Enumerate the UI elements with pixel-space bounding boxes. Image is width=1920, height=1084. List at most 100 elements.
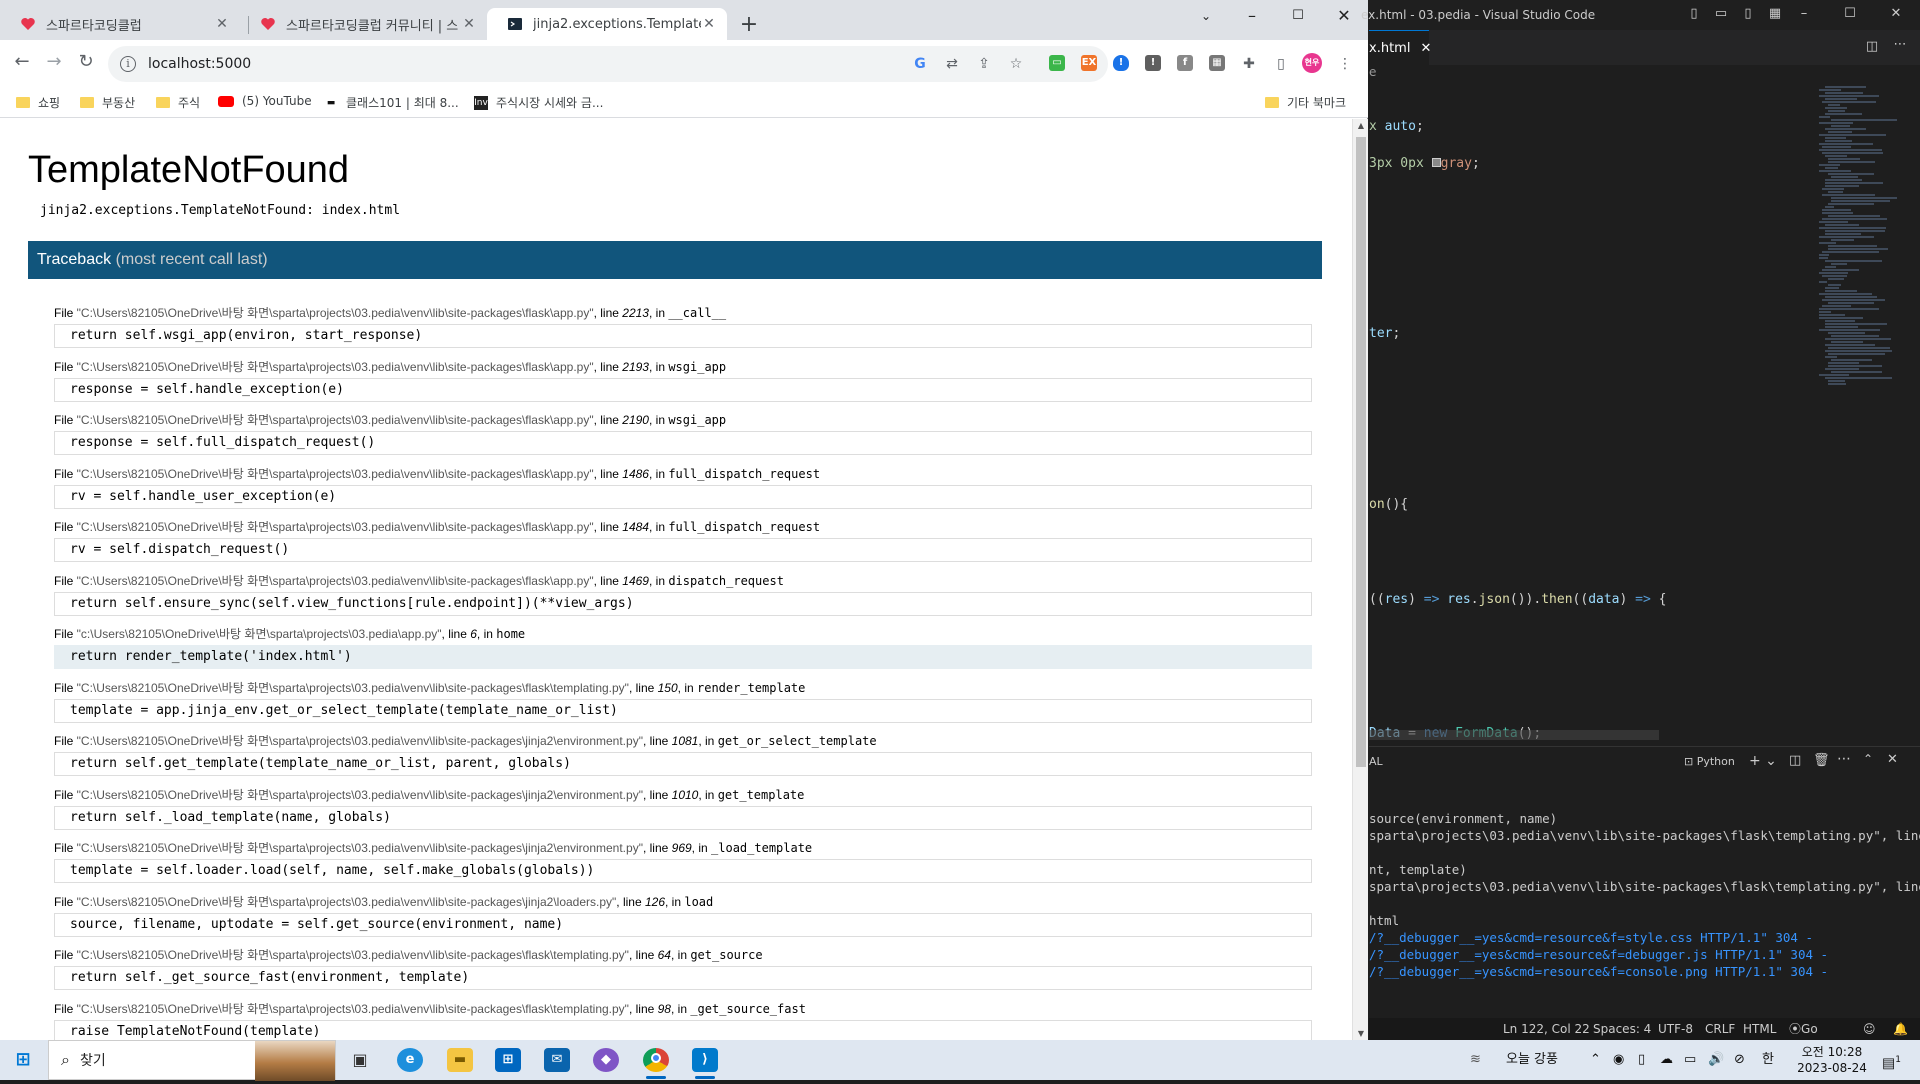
vscode-maximize-button[interactable]: ☐ — [1841, 6, 1859, 21]
close-editor-icon[interactable]: ✕ — [1420, 41, 1431, 56]
chrome-icon[interactable] — [643, 1048, 669, 1072]
split-editor-icon[interactable]: ◫ — [1863, 39, 1881, 54]
bookmark-item[interactable]: 쇼핑 — [16, 94, 60, 111]
close-tab-icon[interactable]: ✕ — [214, 16, 230, 32]
info-icon[interactable]: i — [120, 56, 136, 72]
panel-tab-terminal[interactable]: AL — [1369, 755, 1383, 768]
microsoft-store-icon[interactable]: ⊞ — [495, 1048, 521, 1072]
other-bookmarks[interactable]: 기타 북마크 — [1265, 94, 1346, 111]
mail-icon[interactable]: ✉ — [544, 1048, 570, 1072]
file-explorer-icon[interactable]: ▬ — [447, 1048, 473, 1072]
record-icon[interactable]: ◉ — [1613, 1040, 1624, 1080]
cursor-position[interactable]: Ln 122, Col 22 — [1503, 1018, 1590, 1040]
frame-source-line[interactable]: source, filename, uptodate = self.get_so… — [54, 912, 1312, 937]
forward-button[interactable]: → — [42, 50, 66, 74]
breadcrumbs[interactable]: e — [1369, 65, 1376, 85]
maximize-button[interactable]: ☐ — [1276, 4, 1320, 28]
bookmark-item[interactable]: 주식 — [156, 94, 200, 111]
profile-avatar[interactable]: 현우 — [1302, 53, 1322, 73]
network-icon[interactable]: ▭ — [1684, 1040, 1696, 1080]
reload-button[interactable]: ↻ — [74, 50, 98, 74]
close-tab-icon[interactable]: ✕ — [701, 16, 717, 32]
terminal-profile[interactable]: ⊡ Python — [1684, 755, 1735, 768]
back-button[interactable]: ← — [10, 50, 34, 74]
language-mode[interactable]: HTML — [1743, 1018, 1776, 1040]
extension-green-icon[interactable]: ▭ — [1049, 55, 1065, 71]
extension-shield-icon[interactable]: ! — [1113, 55, 1129, 71]
extension-ex-icon[interactable]: EX — [1081, 55, 1097, 71]
tray-overflow-icon[interactable]: ⌃ — [1590, 1040, 1601, 1080]
browser-tab-active[interactable]: jinja2.exceptions.TemplateNotFo ✕ — [487, 8, 727, 40]
new-tab-button[interactable]: + — [736, 12, 762, 37]
close-window-button[interactable]: ✕ — [1322, 4, 1366, 28]
extension-info-icon[interactable]: ! — [1145, 55, 1161, 71]
editor-horizontal-scrollbar[interactable] — [1369, 730, 1659, 740]
frame-source-line[interactable]: template = app.jinja_env.get_or_select_t… — [54, 698, 1312, 723]
notification-center-icon[interactable]: ▤1 — [1882, 1040, 1901, 1080]
close-panel-icon[interactable]: ✕ — [1887, 752, 1898, 767]
editor-tab-active[interactable]: x.html ✕ — [1369, 30, 1431, 65]
terminal-output[interactable]: source(environment, name) sparta\projects… — [1369, 810, 1920, 980]
vscode-close-button[interactable]: ✕ — [1887, 6, 1905, 21]
toggle-secondary-sidebar-icon[interactable]: ▯ — [1739, 6, 1757, 21]
mute-circle-icon[interactable]: ⊘ — [1734, 1040, 1745, 1080]
close-tab-icon[interactable]: ✕ — [461, 16, 477, 32]
maximize-panel-icon[interactable]: ⌃ — [1863, 752, 1873, 766]
weather-text[interactable]: 오늘 강풍 — [1506, 1040, 1558, 1080]
bookmark-item[interactable]: (5) YouTube — [218, 94, 312, 108]
minimize-button[interactable]: – — [1230, 4, 1274, 28]
go-live-button[interactable]: ⦿ Go Live — [1789, 1018, 1826, 1058]
split-terminal-icon[interactable]: ◫ — [1789, 753, 1801, 768]
vscode-icon[interactable]: ⟩ — [692, 1048, 718, 1072]
frame-source-line[interactable]: return self._get_source_fast(environment… — [54, 966, 1312, 990]
bookmark-item[interactable]: ▬ 클래스101 | 최대 8... — [324, 94, 459, 111]
windows-start-icon[interactable]: ⊞ — [10, 1048, 36, 1072]
volume-icon[interactable]: 🔊 — [1708, 1040, 1724, 1080]
traceback-header[interactable]: Traceback (most recent call last) — [28, 241, 1322, 279]
extension-image-icon[interactable]: ▦ — [1209, 55, 1225, 71]
frame-source-line[interactable]: return self.ensure_sync(self.view_functi… — [54, 591, 1312, 616]
frame-source-line[interactable]: rv = self.handle_user_exception(e) — [54, 484, 1312, 509]
code-editor[interactable]: x auto; 3px 0px gray; ter; on(){ ((res) … — [1369, 86, 1809, 746]
frame-source-line[interactable]: response = self.full_dispatch_request() — [54, 431, 1312, 455]
taskbar-search[interactable]: ⌕ 찾기 — [48, 1040, 336, 1081]
line-endings[interactable]: CRLF — [1705, 1018, 1735, 1040]
frame-source-line[interactable]: return self._load_template(name, globals… — [54, 805, 1312, 830]
feedback-icon[interactable]: ☺ — [1863, 1018, 1876, 1040]
task-view-icon[interactable]: ▣ — [347, 1048, 373, 1072]
frame-source-line[interactable]: rv = self.dispatch_request() — [54, 538, 1312, 562]
tab-search-icon[interactable]: ⌄ — [1184, 4, 1228, 28]
page-scrollbar[interactable]: ▲ ▼ — [1352, 119, 1368, 1040]
ime-indicator[interactable]: 한 — [1762, 1040, 1774, 1080]
browser-tab[interactable]: 스파르타코딩클럽 커뮤니티 | 스 ✕ — [240, 8, 487, 40]
scroll-down-arrow[interactable]: ▼ — [1353, 1029, 1369, 1038]
frame-source-line[interactable]: return self.get_template(template_name_o… — [54, 752, 1312, 776]
extensions-puzzle-icon[interactable]: ✚ — [1240, 55, 1258, 73]
minimap[interactable] — [1819, 86, 1907, 466]
frame-source-line[interactable]: return render_template('index.html') — [54, 645, 1312, 669]
new-terminal-icon[interactable]: + ⌄ — [1749, 753, 1777, 769]
frame-source-line[interactable]: return self.wsgi_app(environ, start_resp… — [54, 324, 1312, 348]
scrollbar-thumb[interactable] — [1356, 137, 1366, 767]
notifications-bell-icon[interactable]: 🔔 — [1893, 1018, 1908, 1040]
more-actions-icon[interactable]: ⋯ — [1891, 37, 1909, 52]
more-actions-icon[interactable]: ⋯ — [1837, 751, 1851, 767]
translate-icon[interactable]: ⇄ — [943, 55, 961, 73]
cloud-icon[interactable]: ☁ — [1660, 1040, 1673, 1080]
trash-icon[interactable]: 🗑 — [1813, 753, 1830, 768]
customize-layout-icon[interactable]: ▦ — [1766, 6, 1784, 21]
copilot-icon[interactable]: ◆ — [593, 1048, 619, 1072]
chrome-menu-icon[interactable]: ⋮ — [1336, 55, 1354, 73]
extension-tag-icon[interactable]: f — [1177, 55, 1193, 71]
frame-source-line[interactable]: raise TemplateNotFound(template) — [54, 1019, 1312, 1040]
scroll-up-arrow[interactable]: ▲ — [1353, 121, 1369, 130]
bookmark-star-icon[interactable]: ☆ — [1007, 55, 1025, 73]
weather-icon[interactable]: ≋ — [1470, 1040, 1481, 1080]
frame-source-line[interactable]: template = self.loader.load(self, name, … — [54, 859, 1312, 883]
edge-icon[interactable]: e — [397, 1048, 423, 1072]
toggle-sidebar-icon[interactable]: ▯ — [1685, 6, 1703, 21]
side-panel-icon[interactable]: ▯ — [1272, 55, 1290, 73]
vscode-minimize-button[interactable]: – — [1795, 6, 1813, 21]
toggle-panel-icon[interactable]: ▭ — [1712, 6, 1730, 21]
bookmark-item[interactable]: Inv 주식시장 시세와 금... — [474, 94, 603, 111]
